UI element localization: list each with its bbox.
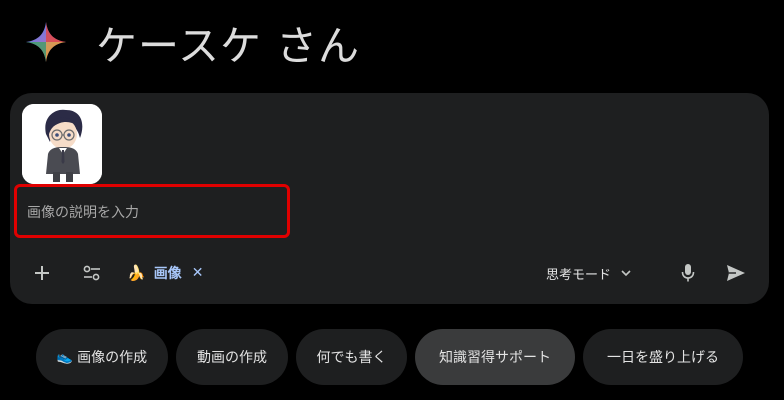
image-chip-label: 画像 bbox=[153, 266, 182, 282]
chevron-down-icon bbox=[621, 270, 631, 277]
close-icon[interactable]: ✕ bbox=[192, 265, 204, 281]
banana-icon: 🍌 bbox=[127, 263, 146, 282]
mic-icon bbox=[681, 264, 695, 282]
gemini-sparkle-icon bbox=[26, 22, 66, 62]
mode-label: 思考モード bbox=[546, 267, 612, 283]
suggestion-label: 一日を盛り上げる bbox=[607, 350, 719, 366]
suggestion-chips: 👟 画像の作成 動画の作成 何でも書く 知識習得サポート 一日を盛り上げる bbox=[36, 329, 743, 385]
anime-character-thumbnail bbox=[22, 104, 102, 184]
add-button[interactable] bbox=[28, 259, 56, 287]
prompt-composer: 🍌 画像 ✕ 思考モード bbox=[10, 93, 769, 304]
suggestion-create-video[interactable]: 動画の作成 bbox=[176, 329, 288, 385]
tools-button[interactable] bbox=[78, 259, 106, 287]
send-button[interactable] bbox=[722, 259, 750, 287]
suggestion-label: 何でも書く bbox=[316, 350, 387, 366]
tune-icon bbox=[83, 265, 100, 281]
greeting-title: ケースケ さん bbox=[96, 22, 360, 70]
send-icon bbox=[727, 265, 745, 281]
prompt-input[interactable] bbox=[27, 200, 287, 226]
sneaker-icon: 👟 bbox=[56, 349, 74, 365]
greeting: ケースケ さん bbox=[24, 12, 360, 72]
suggestion-learning-support[interactable]: 知識習得サポート bbox=[415, 329, 575, 385]
microphone-button[interactable] bbox=[674, 259, 702, 287]
suggestion-boost-day[interactable]: 一日を盛り上げる bbox=[583, 329, 743, 385]
suggestion-create-image[interactable]: 👟 画像の作成 bbox=[36, 329, 168, 385]
image-mode-chip[interactable]: 🍌 画像 ✕ bbox=[127, 258, 203, 288]
thinking-mode-selector[interactable]: 思考モード bbox=[546, 258, 633, 288]
suggestion-write-anything[interactable]: 何でも書く bbox=[296, 329, 407, 385]
plus-icon bbox=[35, 266, 49, 280]
suggestion-label: 動画の作成 bbox=[197, 350, 267, 366]
attachment-thumbnail[interactable] bbox=[22, 104, 102, 184]
suggestion-label: 知識習得サポート bbox=[439, 350, 551, 366]
suggestion-label: 画像の作成 bbox=[77, 350, 148, 366]
